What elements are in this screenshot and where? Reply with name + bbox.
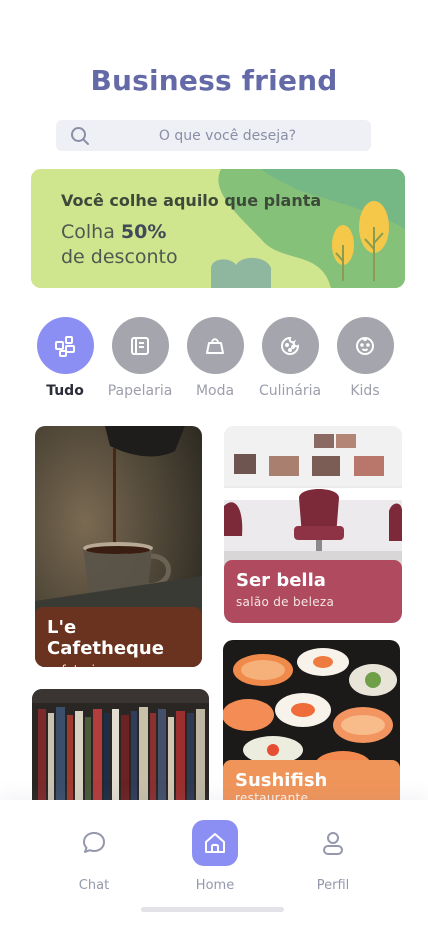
category-culinaria-button[interactable]	[261, 317, 319, 374]
search-icon	[71, 127, 89, 145]
category-kids-button[interactable]	[336, 317, 394, 374]
cafe-info: L'e Cafetheque cafeteria	[35, 607, 202, 667]
bella-info: Ser bella salão de beleza	[224, 560, 402, 623]
category-label: Culinária	[258, 383, 322, 399]
shopping-bag-icon	[206, 337, 224, 354]
business-card-cafe[interactable]: L'e Cafetheque cafeteria	[35, 426, 202, 667]
category-kids[interactable]: Kids	[330, 317, 400, 399]
app-title: Business friend	[90, 64, 338, 97]
nav-home-button[interactable]	[192, 820, 238, 866]
user-icon	[323, 832, 343, 855]
category-papelaria-button[interactable]	[111, 317, 169, 374]
nav-home[interactable]: Home	[175, 820, 255, 893]
promo-banner[interactable]: Você colhe aquilo que planta Colha 50% d…	[31, 169, 405, 288]
banner-title: Você colhe aquilo que planta	[61, 191, 322, 210]
category-label: Papelaria	[107, 383, 173, 399]
business-name: Sushifish	[235, 770, 328, 791]
category-moda-button[interactable]	[186, 317, 244, 374]
home-indicator	[141, 907, 284, 912]
banner-subtitle: de desconto	[61, 246, 178, 268]
category-tudo-button[interactable]	[36, 317, 94, 374]
category-moda[interactable]: Moda	[180, 317, 250, 399]
bottom-nav: Chat Home Perfil	[0, 800, 428, 926]
category-papelaria[interactable]: Papelaria	[105, 317, 175, 399]
category-label: Kids	[350, 383, 380, 399]
nav-label: Chat	[78, 878, 110, 893]
baby-face-icon	[356, 336, 374, 355]
business-name: Ser bella	[236, 570, 326, 591]
grid-icon	[55, 335, 75, 357]
category-label: Tudo	[46, 383, 84, 399]
nav-label: Perfil	[316, 878, 350, 893]
category-list: Tudo Papelaria Moda Culinária Kids	[30, 317, 400, 399]
nav-chat[interactable]: Chat	[54, 820, 134, 893]
business-category: cafeteria	[47, 663, 190, 667]
business-card-bella[interactable]: Ser bella salão de beleza	[224, 426, 402, 623]
search-input[interactable]	[56, 120, 371, 151]
nav-chat-button[interactable]	[71, 820, 117, 866]
category-label: Moda	[195, 383, 235, 399]
category-tudo[interactable]: Tudo	[30, 317, 100, 399]
search-bar[interactable]	[56, 120, 371, 151]
home-icon	[205, 833, 225, 853]
nav-label: Home	[195, 878, 235, 893]
nav-perfil-button[interactable]	[310, 820, 356, 866]
cookie-icon	[281, 336, 300, 355]
category-culinaria[interactable]: Culinária	[255, 317, 325, 399]
business-card-sushi[interactable]: Sushifish restaurante	[223, 640, 400, 820]
nav-perfil[interactable]: Perfil	[293, 820, 373, 893]
chat-bubble-icon	[83, 832, 105, 853]
notebook-icon	[131, 336, 149, 355]
business-name: L'e Cafetheque	[47, 617, 164, 659]
banner-discount-value: 50%	[120, 221, 167, 243]
banner-discount-line: Colha 50%	[61, 221, 167, 243]
business-category: salão de beleza	[236, 595, 335, 609]
